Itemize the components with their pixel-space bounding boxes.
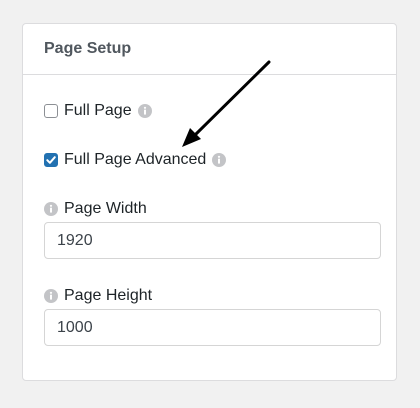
full-page-advanced-option[interactable]: Full Page Advanced bbox=[44, 151, 227, 169]
page-width-label: Page Width bbox=[64, 200, 147, 217]
full-page-label: Full Page bbox=[64, 102, 132, 119]
info-icon[interactable] bbox=[44, 202, 58, 216]
info-icon[interactable] bbox=[212, 153, 227, 167]
checkmark-icon bbox=[46, 156, 56, 164]
panel-header: Page Setup bbox=[23, 24, 396, 75]
full-page-advanced-label: Full Page Advanced bbox=[64, 151, 207, 168]
info-icon[interactable] bbox=[44, 289, 58, 303]
full-page-checkbox[interactable] bbox=[44, 104, 58, 118]
page-height-label: Page Height bbox=[64, 287, 153, 304]
page-width-label-row: Page Width bbox=[44, 200, 147, 218]
page-width-input[interactable] bbox=[44, 222, 381, 259]
page-setup-panel: Page Setup Full Page Full Page Advanced bbox=[22, 23, 397, 381]
info-icon[interactable] bbox=[137, 104, 152, 118]
full-page-advanced-checkbox[interactable] bbox=[44, 153, 58, 167]
page-height-input[interactable] bbox=[44, 309, 381, 346]
panel-title: Page Setup bbox=[44, 40, 132, 57]
full-page-option[interactable]: Full Page bbox=[44, 102, 152, 120]
page-height-label-row: Page Height bbox=[44, 287, 152, 305]
